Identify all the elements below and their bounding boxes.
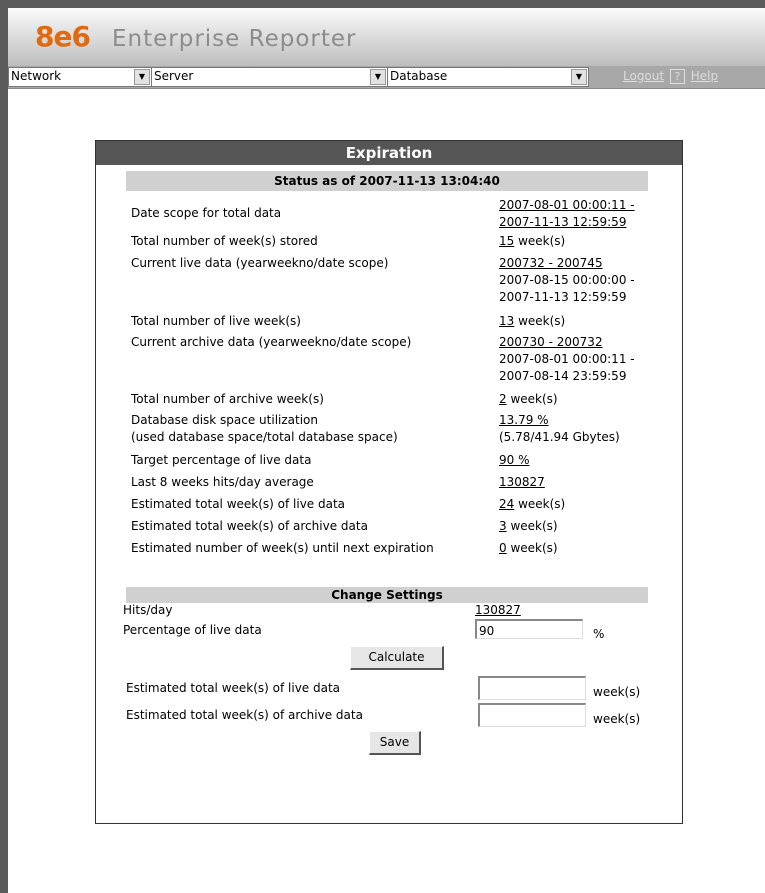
row-label: Last 8 weeks hits/day average — [131, 475, 314, 489]
row-value: 2007-08-01 00:00:11 - 2007-11-13 12:59:5… — [499, 197, 679, 231]
row-label: Total number of week(s) stored — [131, 234, 318, 248]
live-weeks-input[interactable] — [478, 676, 586, 700]
row-value: 13 week(s) — [499, 314, 566, 328]
archive-weeks-label: Estimated total week(s) of archive data — [126, 708, 363, 722]
live-weeks-link[interactable]: 13 — [499, 314, 514, 328]
hits-label: Hits/day — [123, 603, 173, 617]
logout-link[interactable]: Logout — [623, 69, 664, 83]
row-label: Current live data (yearweekno/date scope… — [131, 256, 389, 270]
calculate-button[interactable]: Calculate — [350, 646, 444, 670]
row-value: 90 % — [499, 452, 679, 469]
archive-weeks-input[interactable] — [478, 703, 586, 727]
target-pct-link[interactable]: 90 % — [499, 453, 530, 467]
logo: 8e6 — [35, 20, 91, 53]
row-value: 3 week(s) — [499, 519, 558, 533]
row-label: Target percentage of live data — [131, 453, 312, 467]
hits-average-link[interactable]: 130827 — [499, 475, 545, 489]
app-header: 8e6 Enterprise Reporter — [8, 8, 765, 66]
row-label: Estimated number of week(s) until next e… — [131, 541, 434, 555]
row-value: 130827 — [499, 474, 679, 491]
row-label: Total number of live week(s) — [131, 314, 301, 328]
pct-input[interactable]: 90 — [475, 619, 583, 639]
est-live-weeks-link[interactable]: 24 — [499, 497, 514, 511]
live-weeks-label: Estimated total week(s) of live data — [126, 681, 341, 695]
change-settings-header: Change Settings — [126, 587, 648, 603]
row-value: 24 week(s) — [499, 497, 566, 511]
database-select-label: Database — [390, 69, 448, 83]
pct-label: Percentage of live data — [123, 623, 262, 637]
help-icon[interactable]: ? — [669, 69, 685, 84]
date-scope-link-end[interactable]: 2007-11-13 12:59:59 — [499, 214, 679, 231]
row-value: 200730 - 200732 2007-08-01 00:00:11 - 20… — [499, 334, 679, 385]
server-select-label: Server — [154, 69, 194, 83]
chevron-down-icon[interactable]: ▼ — [134, 69, 150, 85]
disk-utilization-link[interactable]: 13.79 % — [499, 412, 679, 429]
row-label: Total number of archive week(s) — [131, 392, 324, 406]
date-scope-link[interactable]: 2007-08-01 00:00:11 - — [499, 197, 679, 214]
hits-value-link[interactable]: 130827 — [475, 603, 521, 617]
chevron-down-icon[interactable]: ▼ — [571, 69, 587, 85]
network-select[interactable]: Network ▼ — [8, 67, 152, 87]
row-value: 15 week(s) — [499, 234, 566, 248]
expiration-panel: Expiration Status as of 2007-11-13 13:04… — [95, 140, 683, 824]
network-select-label: Network — [11, 69, 62, 83]
pct-unit: % — [593, 627, 605, 641]
live-data-link[interactable]: 200732 - 200745 — [499, 255, 679, 272]
weeks-stored-link[interactable]: 15 — [499, 234, 514, 248]
database-select[interactable]: Database ▼ — [387, 67, 589, 87]
app-window: 8e6 Enterprise Reporter Network ▼ Server… — [8, 8, 765, 893]
row-label: Estimated total week(s) of live data — [131, 497, 346, 511]
server-select[interactable]: Server ▼ — [151, 67, 388, 87]
row-label: Date scope for total data — [131, 206, 282, 220]
live-weeks-unit: week(s) — [593, 685, 641, 699]
row-value: 200732 - 200745 2007-08-15 00:00:00 - 20… — [499, 255, 679, 306]
chevron-down-icon[interactable]: ▼ — [370, 69, 386, 85]
help-link[interactable]: Help — [691, 69, 718, 83]
archive-data-link[interactable]: 200730 - 200732 — [499, 334, 679, 351]
est-archive-weeks-link[interactable]: 3 — [499, 519, 507, 533]
row-label: Database disk space utilization (used da… — [131, 413, 398, 444]
archive-weeks-unit: week(s) — [593, 712, 641, 726]
next-expiration-link[interactable]: 0 — [499, 541, 507, 555]
product-name: Enterprise Reporter — [112, 26, 357, 52]
panel-title: Expiration — [96, 141, 682, 165]
row-label: Current archive data (yearweekno/date sc… — [131, 335, 412, 349]
menu-bar: Network ▼ Server ▼ Database ▼ Logout ? H… — [8, 66, 765, 89]
top-nav: Logout ? Help — [623, 69, 718, 84]
status-header: Status as of 2007-11-13 13:04:40 — [126, 171, 648, 191]
row-value: 2 week(s) — [499, 392, 558, 406]
row-label: Estimated total week(s) of archive data — [131, 519, 368, 533]
row-value: 0 week(s) — [499, 541, 558, 555]
save-button[interactable]: Save — [369, 731, 421, 755]
row-value: 13.79 % (5.78/41.94 Gbytes) — [499, 412, 679, 446]
archive-weeks-link[interactable]: 2 — [499, 392, 507, 406]
